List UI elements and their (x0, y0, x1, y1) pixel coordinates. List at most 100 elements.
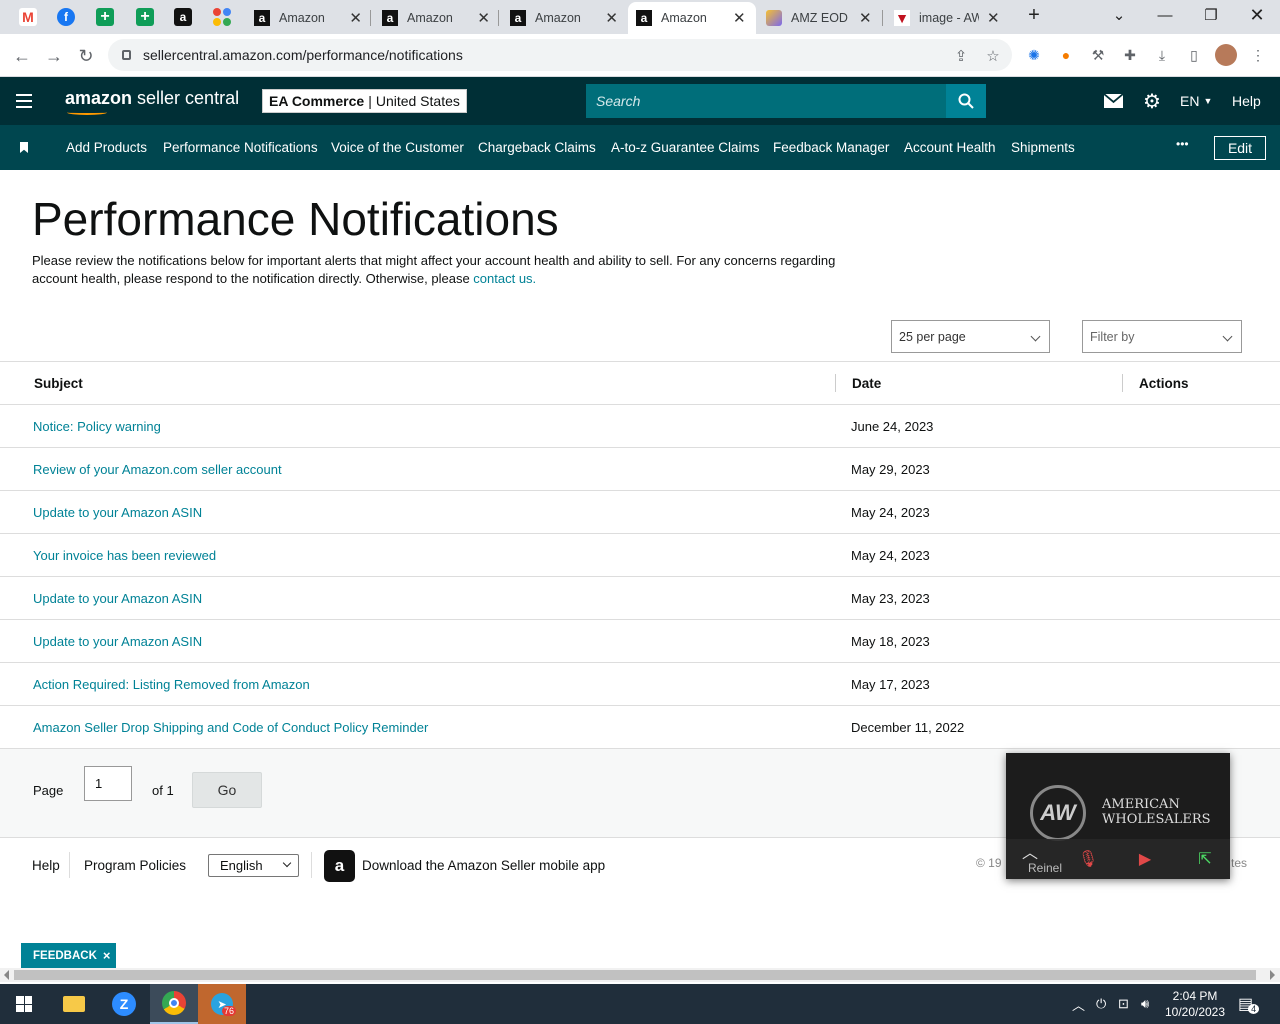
window-close-button[interactable]: ✕ (1234, 0, 1280, 30)
amazon-seller-app-icon[interactable]: a (324, 850, 355, 882)
pinned-tab-facebook[interactable]: f (48, 4, 84, 30)
tab-amazon-3[interactable]: a Amazon ✕ (502, 2, 626, 34)
go-button[interactable]: Go (192, 772, 262, 808)
scroll-right-icon[interactable] (1270, 970, 1275, 980)
notification-center-icon[interactable]: ▤ 4 (1238, 994, 1260, 1014)
nav-add-products[interactable]: Add Products (66, 140, 147, 155)
nav-performance-notifications[interactable]: Performance Notifications (163, 140, 318, 155)
pinned-tab-gmail[interactable]: M (10, 4, 46, 30)
seller-central-logo[interactable]: amazon seller central (65, 88, 239, 115)
video-call-overlay[interactable]: AW AMERICAN WHOLESALERS ︿ Reinel 🎙 ▶ ⇱ (1006, 753, 1230, 879)
restore-button[interactable]: ❐ (1188, 0, 1234, 30)
scroll-left-icon[interactable] (4, 970, 9, 980)
filter-select[interactable]: Filter by (1082, 320, 1242, 353)
close-icon[interactable]: ✕ (605, 9, 618, 27)
file-explorer-button[interactable] (50, 984, 98, 1024)
language-selector[interactable]: EN ▼ (1180, 91, 1212, 111)
nav-chargeback-claims[interactable]: Chargeback Claims (478, 140, 596, 155)
close-icon[interactable]: ✕ (987, 9, 1000, 27)
contact-us-link[interactable]: contact us. (473, 271, 536, 286)
popout-icon[interactable]: ⇱ (1193, 849, 1217, 869)
tab-amz-eod[interactable]: AMZ EOD F ✕ (758, 2, 882, 34)
notification-subject-link[interactable]: Update to your Amazon ASIN (33, 634, 202, 649)
usb-icon[interactable]: ⏻ (1096, 994, 1106, 1014)
notification-subject-link[interactable]: Your invoice has been reviewed (33, 548, 216, 563)
extension-icon[interactable]: ● (1057, 46, 1075, 64)
volume-icon[interactable]: 🔊︎ (1141, 994, 1149, 1014)
footer-help-link[interactable]: Help (32, 858, 60, 873)
gear-icon[interactable]: ⚙ (1143, 91, 1161, 113)
nav-feedback-manager[interactable]: Feedback Manager (773, 140, 889, 155)
share-icon[interactable]: ⇪ (950, 45, 972, 67)
program-policies-link[interactable]: Program Policies (84, 858, 186, 873)
notification-subject-link[interactable]: Amazon Seller Drop Shipping and Code of … (33, 720, 428, 735)
more-options-icon[interactable]: ••• (1176, 137, 1189, 151)
telegram-app-button[interactable]: ➤ 76 (198, 984, 246, 1024)
extension-icon[interactable]: ⚒ (1089, 46, 1107, 64)
windows-start-button[interactable] (0, 984, 48, 1024)
download-icon[interactable]: ⤓ (1153, 46, 1171, 64)
pinned-tab-apps[interactable] (204, 4, 240, 30)
pinned-tab-sheets-2[interactable]: + (127, 4, 163, 30)
extension-icon[interactable]: ✺ (1025, 46, 1043, 64)
bookmark-star-icon[interactable]: ☆ (982, 45, 1004, 67)
tab-image-aw[interactable]: ▼ image - AW ✕ (886, 2, 1010, 34)
tray-chevron-icon[interactable]: ︿ (1072, 994, 1085, 1014)
forward-button[interactable]: → (40, 42, 68, 70)
mic-muted-icon[interactable]: 🎙 (1076, 849, 1100, 869)
pinned-tab-amazon[interactable]: a (165, 4, 201, 30)
help-link[interactable]: Help (1232, 91, 1261, 111)
browser-menu-icon[interactable]: ⋮ (1249, 46, 1267, 64)
per-page-select[interactable]: 25 per page (891, 320, 1050, 353)
camera-off-icon[interactable]: ▶ (1133, 849, 1157, 869)
mail-icon[interactable] (1104, 91, 1123, 111)
close-icon[interactable]: ✕ (733, 9, 746, 27)
notification-subject-link[interactable]: Action Required: Listing Removed from Am… (33, 677, 310, 692)
tab-amazon-2[interactable]: a Amazon ✕ (374, 2, 498, 34)
edit-nav-button[interactable]: Edit (1214, 136, 1266, 160)
search-input[interactable]: Search (586, 84, 946, 118)
feedback-button[interactable]: FEEDBACK × (21, 943, 117, 968)
tab-amazon-active[interactable]: a Amazon ✕ (628, 2, 756, 34)
puzzle-icon[interactable]: ✚ (1121, 46, 1139, 64)
intro-body: Please review the notifications below fo… (32, 253, 836, 286)
page-number-input[interactable]: 1 (84, 766, 132, 801)
chrome-app-button[interactable] (150, 984, 198, 1024)
horizontal-scrollbar[interactable] (0, 968, 1280, 982)
network-icon[interactable]: ⊡ (1118, 994, 1129, 1014)
expand-chevron-icon[interactable]: ︿ (1018, 841, 1042, 862)
close-icon[interactable]: × (103, 948, 111, 963)
download-app-link[interactable]: Download the Amazon Seller mobile app (362, 858, 605, 873)
footer-language-select[interactable]: English (208, 854, 299, 877)
notification-date: May 18, 2023 (851, 634, 930, 649)
tab-amazon-1[interactable]: a Amazon ✕ (246, 2, 370, 34)
nav-account-health[interactable]: Account Health (904, 140, 996, 155)
column-date[interactable]: Date (852, 376, 881, 391)
new-tab-button[interactable]: + (1011, 0, 1057, 30)
tab-search-chevron-icon[interactable]: ⌄ (1096, 0, 1142, 30)
nav-shipments[interactable]: Shipments (1011, 140, 1075, 155)
pinned-tab-sheets[interactable]: + (87, 4, 123, 30)
side-panel-icon[interactable]: ▯ (1185, 46, 1203, 64)
close-icon[interactable]: ✕ (859, 9, 872, 27)
notification-subject-link[interactable]: Notice: Policy warning (33, 419, 161, 434)
hamburger-menu-icon[interactable] (16, 94, 32, 108)
notification-subject-link[interactable]: Update to your Amazon ASIN (33, 505, 202, 520)
close-icon[interactable]: ✕ (477, 9, 490, 27)
system-clock[interactable]: 2:04 PM 10/20/2023 (1158, 988, 1232, 1020)
search-button[interactable] (946, 84, 986, 118)
url-input[interactable]: sellercentral.amazon.com/performance/not… (108, 39, 1012, 71)
back-button[interactable]: ← (8, 42, 36, 70)
column-subject[interactable]: Subject (34, 376, 83, 391)
minimize-button[interactable]: — (1142, 0, 1188, 30)
close-icon[interactable]: ✕ (349, 9, 362, 27)
merchant-selector[interactable]: EA Commerce | United States (262, 89, 467, 113)
nav-voice-of-customer[interactable]: Voice of the Customer (331, 140, 464, 155)
reload-button[interactable]: ↻ (72, 42, 100, 70)
notification-subject-link[interactable]: Update to your Amazon ASIN (33, 591, 202, 606)
nav-a-to-z-claims[interactable]: A-to-z Guarantee Claims (611, 140, 760, 155)
scrollbar-thumb[interactable] (14, 970, 1256, 980)
avatar[interactable] (1215, 44, 1237, 66)
zoom-app-button[interactable]: Z (100, 984, 148, 1024)
notification-subject-link[interactable]: Review of your Amazon.com seller account (33, 462, 282, 477)
